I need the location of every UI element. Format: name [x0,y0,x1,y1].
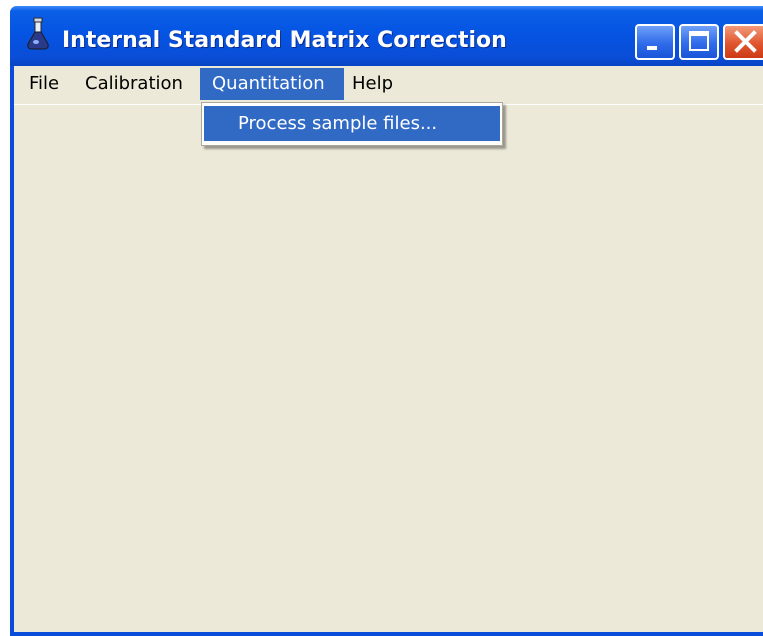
title-bar[interactable]: Internal Standard Matrix Correction [10,6,763,66]
menu-file[interactable]: File [22,68,66,100]
close-button[interactable] [723,24,763,60]
menu-bar: File Calibration Quantitation Help [14,66,763,105]
menu-calibration[interactable]: Calibration [78,68,190,100]
client-area: File Calibration Quantitation Help Proce… [14,66,763,632]
flask-icon[interactable] [26,17,50,51]
quantitation-dropdown: Process sample files... [201,102,503,146]
menu-quantitation[interactable]: Quantitation [200,68,344,100]
close-icon [734,30,757,53]
minimize-button[interactable] [635,24,675,60]
menu-help[interactable]: Help [345,68,400,100]
window-title: Internal Standard Matrix Correction [62,28,507,53]
process-sample-files-item[interactable]: Process sample files... [204,106,500,141]
minimize-icon [647,46,657,50]
app-window: Internal Standard Matrix Correction File… [10,6,763,636]
maximize-button[interactable] [679,24,719,60]
maximize-icon [689,31,709,51]
